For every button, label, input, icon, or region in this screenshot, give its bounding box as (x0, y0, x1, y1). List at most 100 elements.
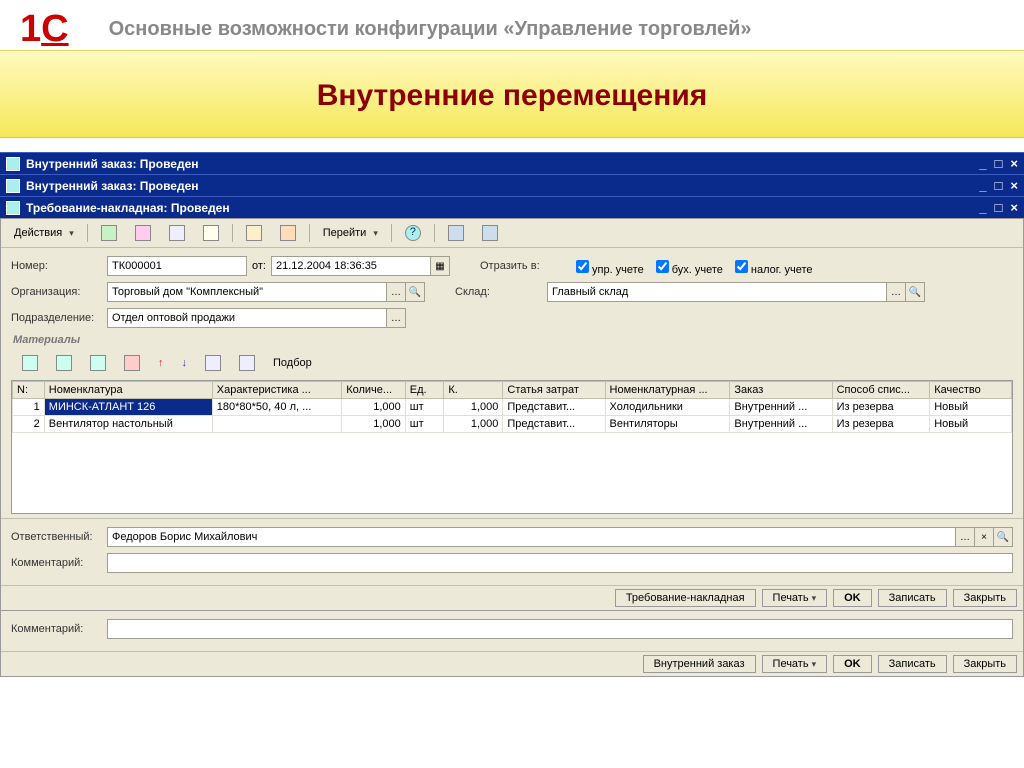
maximize-icon[interactable]: □ (995, 178, 1003, 193)
grid-toolbar: ↑ ↓ Подбор (11, 350, 1013, 380)
org-input[interactable]: Торговый дом "Комплексный" (107, 282, 387, 302)
main-window-titlebar: Требование-накладная: Проведен _ □ × (0, 196, 1024, 218)
close-icon[interactable]: × (1010, 156, 1018, 171)
reflect-in-label: Отразить в: (480, 260, 552, 272)
warehouse-input[interactable]: Главный склад (547, 282, 887, 302)
col-quality[interactable]: Качество (930, 382, 1012, 399)
edit-row-icon[interactable] (83, 352, 113, 374)
toolbar-icon-basis[interactable] (239, 222, 269, 244)
outer-ok-button[interactable]: OK (833, 655, 872, 673)
search-icon[interactable]: 🔍 (405, 282, 425, 302)
org-label: Организация: (11, 286, 107, 298)
header-subtitle: Основные возможности конфигурации «Управ… (109, 18, 752, 41)
actions-menu[interactable]: Действия (7, 224, 81, 242)
toolbar-icon-ext2[interactable] (475, 222, 505, 244)
table-row[interactable]: 2 Вентилятор настольный 1,000 шт 1,000 П… (13, 416, 1012, 433)
outer-comment-input[interactable] (107, 619, 1013, 639)
number-label: Номер: (11, 260, 107, 272)
copy-row-icon[interactable] (49, 352, 79, 374)
add-row-icon[interactable] (15, 352, 45, 374)
col-cost[interactable]: Статья затрат (503, 382, 605, 399)
window-icon (6, 157, 20, 171)
warehouse-label: Склад: (455, 286, 527, 298)
help-icon[interactable]: ? (398, 222, 428, 244)
minimize-icon[interactable]: _ (979, 156, 986, 171)
search-icon[interactable]: 🔍 (905, 282, 925, 302)
select-icon[interactable]: … (955, 527, 975, 547)
window-icon (6, 201, 20, 215)
outer-print-button[interactable]: Печать (762, 655, 828, 673)
select-icon[interactable]: … (886, 282, 906, 302)
col-nomgroup[interactable]: Номенклатурная ... (605, 382, 730, 399)
main-window-body: Действия Перейти ? Номер: ТК000001 от: 2… (0, 218, 1024, 611)
ok-button[interactable]: OK (833, 589, 872, 607)
outer-close-button[interactable]: Закрыть (953, 655, 1017, 673)
grid-empty-area (12, 433, 1012, 513)
bg-window-1-title: Внутренний заказ: Проведен (26, 157, 199, 171)
col-nomen[interactable]: Номенклатура (44, 382, 212, 399)
chk-upr[interactable]: упр. учете (572, 257, 644, 276)
search-icon[interactable]: 🔍 (993, 527, 1013, 547)
maximize-icon[interactable]: □ (995, 200, 1003, 215)
comment-input[interactable] (107, 553, 1013, 573)
materials-grid[interactable]: N: Номенклатура Характеристика ... Колич… (11, 380, 1013, 514)
main-toolbar: Действия Перейти ? (1, 219, 1023, 248)
date-input[interactable]: 21.12.2004 18:36:35 (271, 256, 431, 276)
selection-button[interactable]: Подбор (266, 354, 319, 372)
bg-window-2-titlebar: Внутренний заказ: Проведен _ □ × (0, 174, 1024, 196)
logo-1c: 1C (20, 10, 69, 48)
calendar-icon[interactable]: ▦ (430, 256, 450, 276)
table-row[interactable]: 1 МИНСК-АТЛАНТ 126 180*80*50, 40 л, ... … (13, 399, 1012, 416)
bg-window-1-titlebar: Внутренний заказ: Проведен _ □ × (0, 152, 1024, 174)
materials-section: Материалы (13, 334, 1013, 346)
col-char[interactable]: Характеристика ... (212, 382, 341, 399)
col-unit[interactable]: Ед. (405, 382, 444, 399)
select-icon[interactable]: … (386, 308, 406, 328)
responsible-input[interactable]: Федоров Борис Михайлович (107, 527, 956, 547)
col-num[interactable]: N: (13, 382, 45, 399)
print-button[interactable]: Печать (762, 589, 828, 607)
outer-comment-label: Комментарий: (11, 623, 107, 635)
toolbar-icon-basis2[interactable] (273, 222, 303, 244)
chk-buh[interactable]: бух. учете (652, 257, 723, 276)
slide-header: 1C Основные возможности конфигурации «Уп… (0, 0, 1024, 50)
maximize-icon[interactable]: □ (995, 156, 1003, 171)
dept-input[interactable]: Отдел оптовой продажи (107, 308, 387, 328)
toolbar-icon-ext1[interactable] (441, 222, 471, 244)
comment-label: Комментарий: (11, 557, 107, 569)
col-writeoff[interactable]: Способ спис... (832, 382, 930, 399)
outer-button-bar: Внутренний заказ Печать OK Записать Закр… (1, 651, 1023, 676)
chk-nalog[interactable]: налог. учете (731, 257, 813, 276)
delete-row-icon[interactable] (117, 352, 147, 374)
select-icon[interactable]: … (386, 282, 406, 302)
toolbar-icon-structure[interactable] (196, 222, 226, 244)
sort-asc-icon[interactable] (198, 352, 228, 374)
doc-name-button[interactable]: Требование-накладная (615, 589, 756, 607)
outer-doc-button[interactable]: Внутренний заказ (643, 655, 756, 673)
inner-button-bar: Требование-накладная Печать OK Записать … (1, 585, 1023, 610)
col-order[interactable]: Заказ (730, 382, 832, 399)
clear-icon[interactable]: × (974, 527, 994, 547)
responsible-label: Ответственный: (11, 531, 107, 543)
close-icon[interactable]: × (1010, 200, 1018, 215)
col-k[interactable]: К. (444, 382, 503, 399)
sort-desc-icon[interactable] (232, 352, 262, 374)
number-input[interactable]: ТК000001 (107, 256, 247, 276)
date-from-label: от: (247, 260, 271, 272)
main-window-title: Требование-накладная: Проведен (26, 201, 230, 215)
toolbar-icon-back[interactable] (128, 222, 158, 244)
banner-title: Внутренние перемещения (0, 79, 1024, 113)
move-up-icon[interactable]: ↑ (151, 354, 171, 372)
minimize-icon[interactable]: _ (979, 200, 986, 215)
minimize-icon[interactable]: _ (979, 178, 986, 193)
move-down-icon[interactable]: ↓ (175, 354, 195, 372)
outer-save-button[interactable]: Записать (878, 655, 947, 673)
close-button[interactable]: Закрыть (953, 589, 1017, 607)
save-button[interactable]: Записать (878, 589, 947, 607)
toolbar-icon-post[interactable] (94, 222, 124, 244)
toolbar-icon-report[interactable] (162, 222, 192, 244)
goto-menu[interactable]: Перейти (316, 224, 385, 242)
col-qty[interactable]: Количе... (342, 382, 406, 399)
close-icon[interactable]: × (1010, 178, 1018, 193)
form-area: Номер: ТК000001 от: 21.12.2004 18:36:35 … (1, 248, 1023, 518)
